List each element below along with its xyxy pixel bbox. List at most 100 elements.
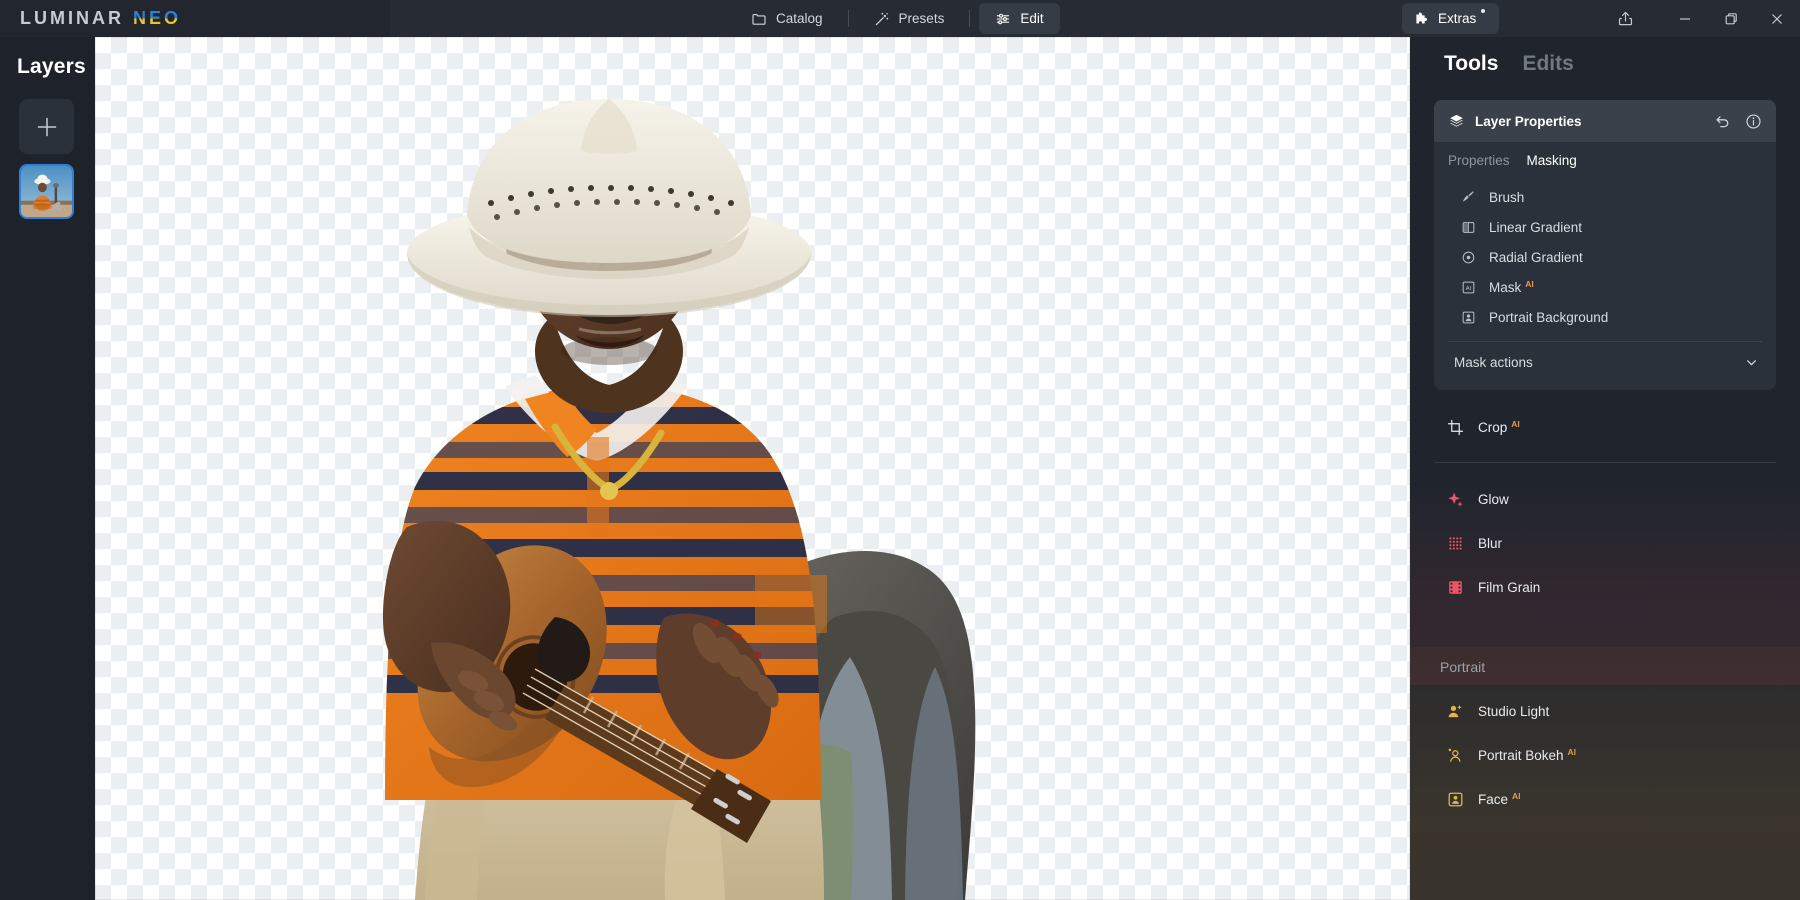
tool-row-face-label-wrap: Face AI: [1478, 790, 1521, 807]
canvas-area[interactable]: [95, 37, 1410, 900]
mask-tool-mask-ai[interactable]: AI Mask AI: [1434, 272, 1776, 302]
subtab-properties[interactable]: Properties: [1448, 153, 1510, 168]
nav-divider-2: [969, 10, 971, 27]
window-controls: [1602, 0, 1800, 37]
tool-row-face[interactable]: Face AI: [1434, 777, 1776, 821]
ai-badge: AI: [1512, 790, 1521, 801]
brush-icon: [1461, 190, 1476, 205]
tool-row-blur-label: Blur: [1478, 535, 1503, 551]
linear-gradient-icon: [1461, 220, 1476, 235]
ai-badge: AI: [1511, 418, 1520, 429]
nav-item-catalog-label: Catalog: [776, 11, 823, 26]
layer-thumbnail-1[interactable]: [19, 164, 74, 219]
minimize-button[interactable]: [1662, 0, 1708, 37]
reset-layer-button[interactable]: [1714, 113, 1731, 130]
mask-tool-portrait-background-label: Portrait Background: [1489, 309, 1609, 325]
crop-icon: [1447, 419, 1464, 436]
maximize-button[interactable]: [1708, 0, 1754, 37]
ai-mask-icon: AI: [1461, 280, 1476, 295]
share-icon: [1618, 11, 1632, 26]
glow-sparkle-icon: [1447, 491, 1464, 508]
mask-actions-label: Mask actions: [1454, 354, 1533, 370]
mask-tool-radial-gradient[interactable]: Radial Gradient: [1434, 242, 1776, 272]
layers-panel: Layers: [0, 37, 95, 900]
mask-tool-linear-gradient-label: Linear Gradient: [1489, 219, 1583, 235]
tool-row-crop-label-wrap: Crop AI: [1478, 418, 1520, 435]
layer-properties-card: Layer Properties Properties Masking Brus…: [1434, 100, 1776, 390]
portrait-section-title: Portrait: [1440, 659, 1486, 675]
essentials-creative-divider: [1434, 462, 1776, 463]
sliders-icon: [995, 11, 1011, 27]
tool-row-glow[interactable]: Glow: [1434, 477, 1776, 521]
plus-icon: [37, 117, 56, 136]
logo-luminar-text: LUMINAR: [20, 8, 124, 28]
layer-thumb-artwork: [21, 166, 72, 217]
close-button[interactable]: [1754, 0, 1800, 37]
tab-tools[interactable]: Tools: [1444, 52, 1498, 76]
undo-icon: [1716, 115, 1729, 127]
mask-tool-mask-ai-label-wrap: Mask AI: [1489, 278, 1534, 295]
luminar-neo-window: LUMINAR NEO Catalog Presets Edit Extras …: [0, 0, 1800, 900]
extras-label: Extras: [1438, 11, 1477, 26]
mask-tool-brush[interactable]: Brush: [1434, 182, 1776, 212]
tab-edits[interactable]: Edits: [1522, 52, 1573, 76]
layer-info-button[interactable]: [1745, 113, 1762, 130]
portrait-cutout-artwork: [383, 99, 976, 900]
tool-row-glow-label: Glow: [1478, 491, 1509, 507]
add-layer-button[interactable]: [19, 99, 74, 154]
extras-badge-dot: [1481, 9, 1486, 13]
tool-row-crop-label: Crop: [1478, 419, 1508, 435]
mask-tool-portrait-background[interactable]: Portrait Background: [1434, 302, 1776, 332]
mask-tool-brush-label: Brush: [1489, 189, 1525, 205]
tool-row-portrait-bokeh[interactable]: Portrait Bokeh AI: [1434, 733, 1776, 777]
tools-tab-bar: Tools Edits: [1444, 52, 1574, 76]
subtab-masking[interactable]: Masking: [1527, 153, 1577, 168]
layer-thumbnail-image: [21, 166, 72, 217]
mask-actions-row[interactable]: Mask actions: [1434, 342, 1776, 382]
tool-row-face-label: Face: [1478, 791, 1509, 807]
portrait-bokeh-icon: [1447, 747, 1464, 764]
main-nav: Catalog Presets Edit: [735, 3, 1060, 34]
tool-row-crop[interactable]: Crop AI: [1434, 405, 1776, 449]
tools-panel: Tools Edits Layer Properties Properties …: [1410, 37, 1800, 900]
nav-item-edit[interactable]: Edit: [979, 3, 1060, 34]
tool-row-studio-light-label: Studio Light: [1478, 703, 1550, 719]
extras-button[interactable]: Extras: [1402, 3, 1500, 34]
mask-tool-radial-gradient-label: Radial Gradient: [1489, 249, 1583, 265]
layer-properties-title: Layer Properties: [1475, 113, 1582, 129]
studio-light-icon: [1447, 703, 1464, 720]
puzzle-icon: [1414, 11, 1430, 27]
nav-item-presets[interactable]: Presets: [858, 3, 961, 34]
nav-item-catalog[interactable]: Catalog: [735, 3, 839, 34]
tool-row-studio-light[interactable]: Studio Light: [1434, 689, 1776, 733]
nav-item-edit-label: Edit: [1020, 11, 1044, 26]
layers-panel-title: Layers: [17, 55, 86, 78]
mask-tool-linear-gradient[interactable]: Linear Gradient: [1434, 212, 1776, 242]
tool-row-film-grain[interactable]: Film Grain: [1434, 565, 1776, 609]
layers-icon: [1448, 113, 1465, 130]
ai-badge: AI: [1567, 746, 1577, 757]
info-icon: [1746, 113, 1761, 129]
image-subject: [235, 57, 1075, 900]
share-button[interactable]: [1602, 0, 1648, 37]
ai-badge: AI: [1525, 278, 1534, 289]
tool-row-film-grain-label: Film Grain: [1478, 579, 1541, 595]
app-logo: LUMINAR NEO: [20, 8, 181, 29]
tool-row-portrait-bokeh-label: Portrait Bokeh: [1478, 747, 1564, 763]
layer-properties-subtabs: Properties Masking: [1434, 142, 1776, 176]
tool-row-blur[interactable]: Blur: [1434, 521, 1776, 565]
close-icon: [1772, 13, 1782, 24]
minimize-icon: [1680, 17, 1690, 20]
title-bar: LUMINAR NEO Catalog Presets Edit Extras: [0, 0, 1800, 37]
portrait-background-icon: [1461, 310, 1476, 325]
mask-tools-list: Brush Linear Gradient Radial Gradient AI…: [1434, 176, 1776, 390]
logo-neo-text: NEO: [133, 8, 182, 28]
radial-gradient-icon: [1461, 250, 1476, 265]
nav-divider-1: [847, 10, 849, 27]
presets-wand-icon: [874, 11, 890, 27]
svg-text:AI: AI: [1466, 286, 1472, 292]
restore-icon: [1725, 12, 1737, 24]
tool-row-portrait-bokeh-label-wrap: Portrait Bokeh AI: [1478, 746, 1577, 763]
layer-properties-header: Layer Properties: [1434, 100, 1776, 142]
cowboy-hat-shape: [407, 99, 811, 317]
